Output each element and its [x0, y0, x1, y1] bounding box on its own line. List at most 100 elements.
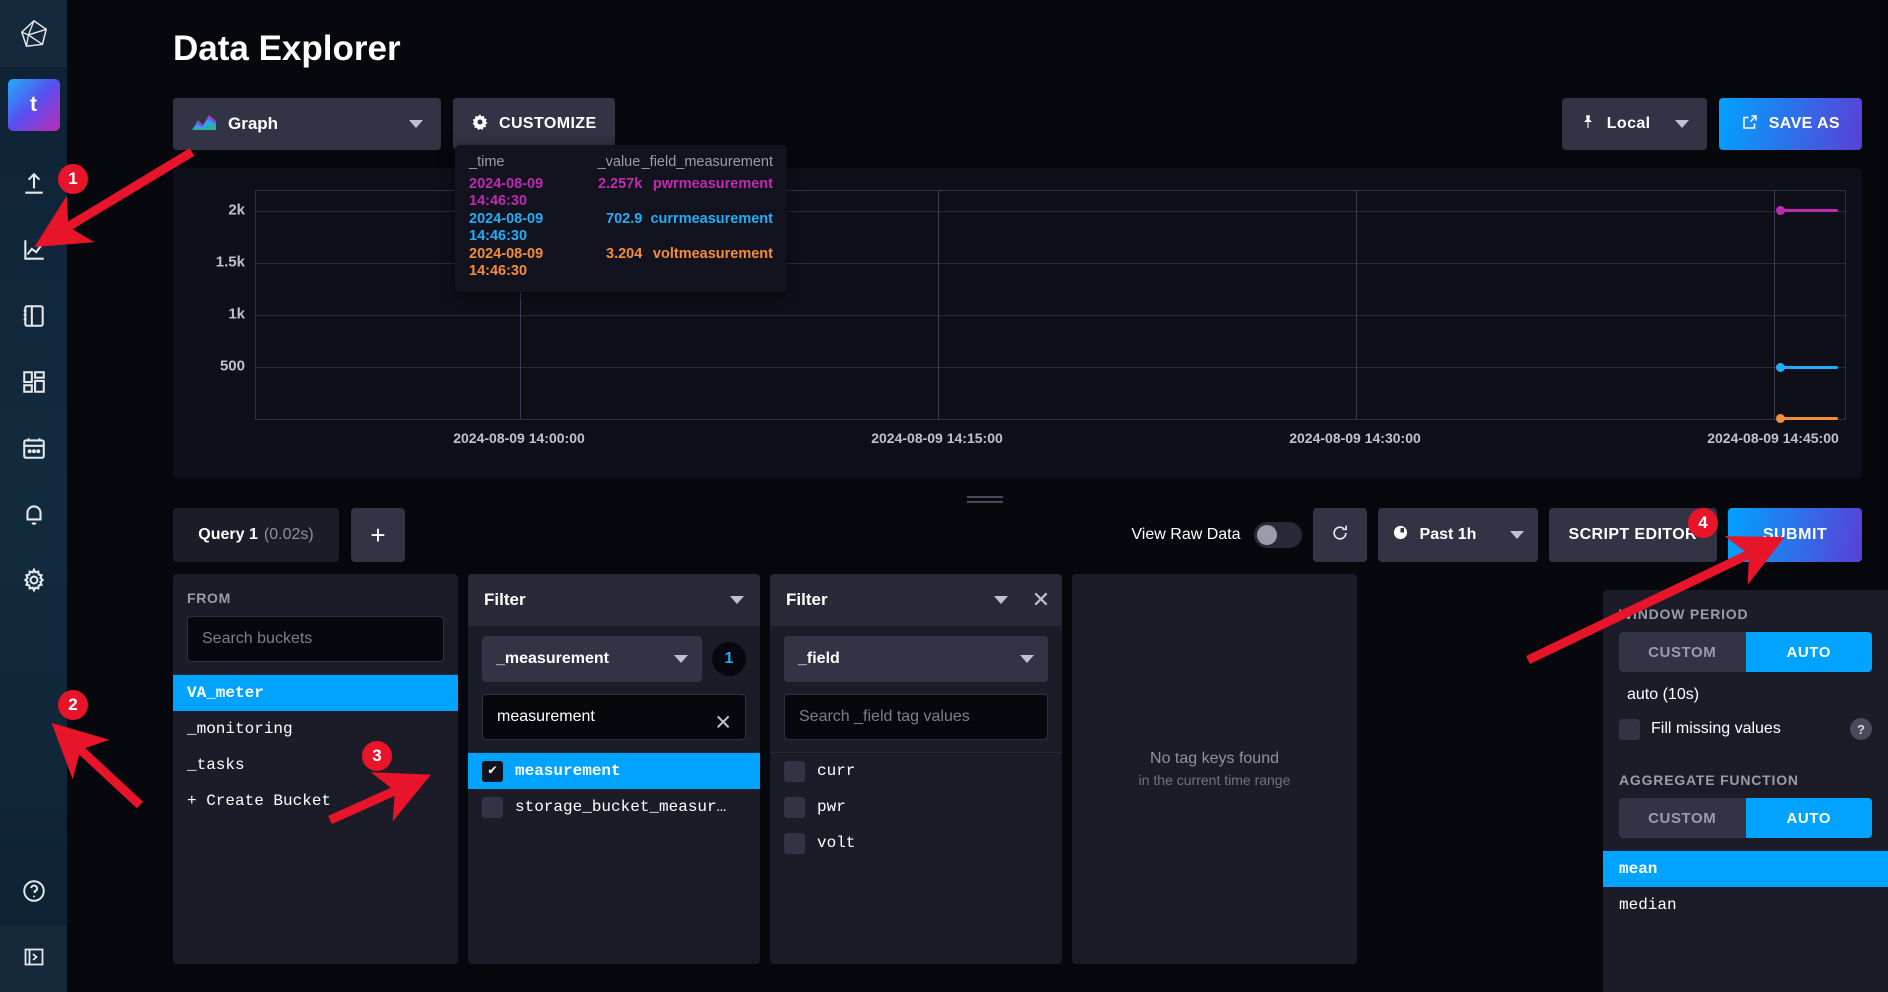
tooltip-measurement: measurement: [678, 245, 773, 262]
visualization-type-dropdown[interactable]: Graph: [173, 98, 441, 150]
checkbox-icon[interactable]: [1619, 718, 1640, 740]
chevron-down-icon: [994, 596, 1008, 604]
save-as-button[interactable]: SAVE AS: [1718, 98, 1862, 150]
list-item-field[interactable]: pwr: [770, 789, 1062, 825]
list-item-measurement[interactable]: measurement: [468, 753, 760, 789]
list-item-bucket[interactable]: VA_meter: [173, 675, 458, 711]
refresh-icon: [1330, 523, 1350, 548]
chevron-down-icon: [730, 596, 744, 604]
toggle-knob: [1256, 525, 1277, 545]
toolbar-right-group: Local SAVE AS: [1561, 98, 1862, 150]
list-item-bucket[interactable]: _monitoring: [173, 711, 458, 747]
tooltip-header-row: _time _value _field _measurement: [469, 154, 773, 176]
annotation-badge-3: 3: [362, 741, 392, 771]
empty-tag-keys-column: No tag keys found in the current time ra…: [1072, 574, 1357, 964]
view-raw-data-toggle[interactable]: [1253, 522, 1302, 548]
influxdb-logo-icon[interactable]: [0, 0, 67, 67]
empty-state-message: No tag keys found in the current time ra…: [1072, 574, 1357, 964]
tag-key-dropdown-measurement[interactable]: _measurement: [482, 636, 702, 682]
help-icon[interactable]: ?: [1850, 718, 1872, 740]
y-axis: 2k 1.5k 1k 500: [183, 190, 245, 420]
close-icon[interactable]: ✕: [714, 713, 732, 734]
aggregate-toggle: CUSTOM AUTO: [1619, 798, 1872, 838]
submit-button[interactable]: SUBMIT: [1728, 508, 1862, 562]
sidebar-collapse-toggle[interactable]: [0, 926, 67, 992]
filter-heading-bar[interactable]: Filter: [770, 574, 1062, 626]
list-item-bucket[interactable]: _tasks: [173, 747, 458, 783]
field-label: curr: [817, 762, 856, 780]
panel-resize-handle[interactable]: [967, 496, 1003, 503]
query-tab-1[interactable]: Query 1 (0.02s): [173, 508, 339, 562]
sidebar-item-data-explorer[interactable]: [0, 219, 67, 285]
sidebar-item-settings[interactable]: [0, 549, 67, 615]
gear-icon: [471, 113, 489, 136]
aggregate-custom-button[interactable]: CUSTOM: [1619, 798, 1746, 838]
remove-filter-card-button[interactable]: ✕: [1020, 574, 1062, 626]
checkbox-checked-icon[interactable]: [482, 760, 503, 782]
tooltip-time: 2024-08-09 14:46:30: [469, 245, 544, 280]
customize-button[interactable]: CUSTOMIZE: [453, 98, 615, 150]
graph-panel[interactable]: 2k 1.5k 1k 500 2024-08-09 14:00:00 2024-…: [173, 168, 1862, 478]
save-location-label: Local: [1606, 115, 1651, 132]
from-heading: FROM: [187, 590, 232, 606]
tooltip-time: 2024-08-09 14:46:30: [469, 210, 544, 245]
y-tick: 500: [219, 357, 245, 375]
time-range-dropdown[interactable]: Past 1h: [1377, 508, 1538, 562]
checkbox-icon[interactable]: [784, 832, 805, 854]
create-bucket-label: + Create Bucket: [187, 792, 332, 810]
chevron-down-icon: [409, 120, 423, 128]
refresh-button[interactable]: [1312, 508, 1367, 562]
tag-value-search-wrap: ✕: [468, 694, 760, 752]
chevron-down-icon: [674, 655, 688, 663]
create-bucket-button[interactable]: + Create Bucket: [173, 783, 458, 819]
sidebar-item-notebooks[interactable]: [0, 285, 67, 351]
aggregate-auto-button[interactable]: AUTO: [1745, 798, 1872, 838]
search-measurement-input[interactable]: [482, 694, 746, 740]
checkbox-icon[interactable]: [784, 796, 805, 818]
gridline-vertical: [1774, 191, 1775, 419]
window-custom-button[interactable]: CUSTOM: [1619, 632, 1746, 672]
fill-missing-values-row[interactable]: Fill missing values ?: [1603, 704, 1888, 740]
sidebar-item-dashboards[interactable]: [0, 351, 67, 417]
x-axis: 2024-08-09 14:00:00 2024-08-09 14:15:00 …: [255, 430, 1846, 454]
search-field-values-input[interactable]: [784, 694, 1048, 740]
list-item-aggregate[interactable]: mean: [1603, 851, 1888, 887]
sidebar-item-load-data[interactable]: [0, 153, 67, 219]
window-period-label: WINDOW PERIOD: [1619, 606, 1749, 622]
tag-key-row: _field: [770, 626, 1062, 694]
tooltip-field: curr: [650, 210, 679, 227]
series-line-volt: [1780, 417, 1838, 420]
sidebar-item-help[interactable]: [0, 860, 67, 926]
window-auto-button[interactable]: AUTO: [1745, 632, 1872, 672]
tag-key-label: _measurement: [496, 650, 609, 667]
tag-key-dropdown-field[interactable]: _field: [784, 636, 1048, 682]
bucket-label: _monitoring: [187, 720, 293, 738]
graph-hover-tooltip: _time _value _field _measurement 2024-08…: [455, 145, 787, 292]
list-item-measurement[interactable]: storage_bucket_measur…: [468, 789, 760, 825]
tooltip-value: 702.9: [606, 210, 643, 227]
save-location-dropdown[interactable]: Local: [1561, 98, 1707, 150]
dashboards-grid-icon: [21, 369, 47, 400]
annotation-badge-2: 2: [58, 690, 88, 720]
aggregate-function-label: AGGREGATE FUNCTION: [1619, 772, 1799, 788]
list-item-field[interactable]: volt: [770, 825, 1062, 861]
sidebar-item-tasks[interactable]: [0, 417, 67, 483]
sidebar-item-alerts[interactable]: [0, 483, 67, 549]
add-query-button[interactable]: +: [351, 508, 405, 562]
checkbox-icon[interactable]: [784, 760, 805, 782]
checkbox-icon[interactable]: [482, 796, 503, 818]
filter-heading-bar[interactable]: Filter: [468, 574, 760, 626]
list-item-aggregate[interactable]: median: [1603, 887, 1888, 923]
aggregate-label: median: [1619, 896, 1677, 914]
measurement-label: measurement: [515, 762, 621, 780]
org-avatar[interactable]: t: [7, 79, 60, 131]
gridline-horizontal: [256, 315, 1845, 316]
bucket-list: VA_meter _monitoring _tasks + Create Buc…: [173, 674, 458, 964]
tooltip-measurement: measurement: [678, 175, 773, 192]
x-tick: 2024-08-09 14:15:00: [871, 430, 1003, 446]
search-buckets-input[interactable]: [187, 616, 444, 662]
annotation-badge-4: 4: [1688, 508, 1718, 538]
tooltip-row: 2024-08-09 14:46:30 702.9 curr measureme…: [469, 211, 773, 246]
list-item-field[interactable]: curr: [770, 753, 1062, 789]
tooltip-row: 2024-08-09 14:46:30 3.204 volt measureme…: [469, 246, 773, 281]
